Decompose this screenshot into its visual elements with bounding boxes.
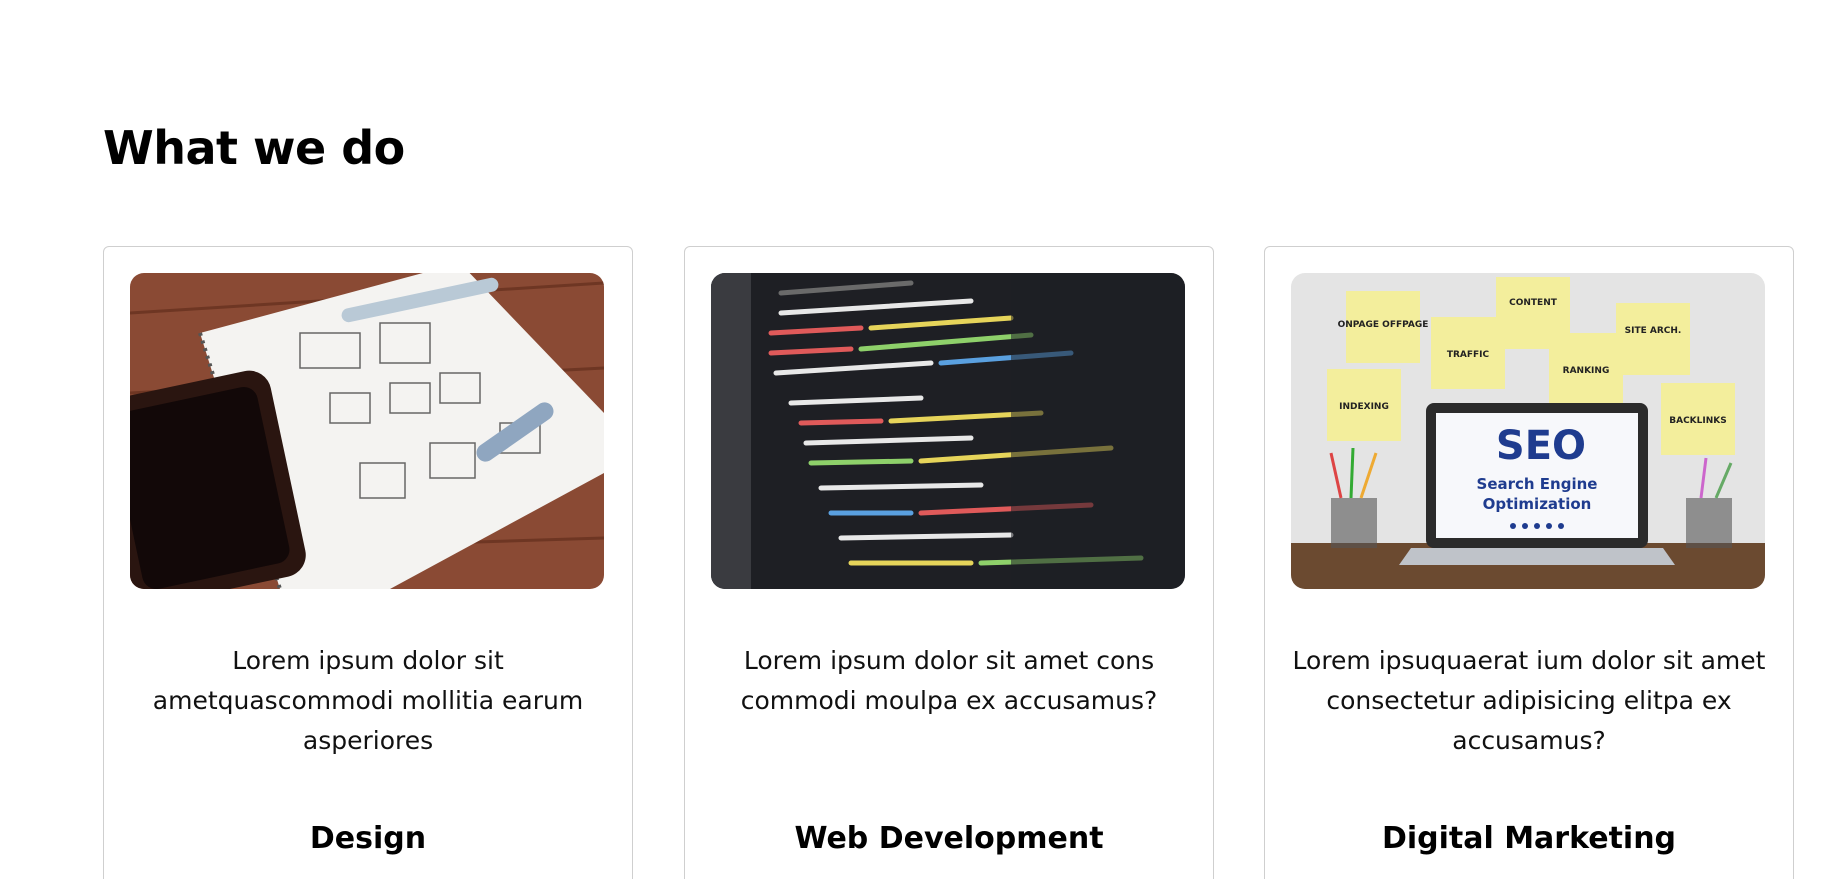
section-title: What we do <box>103 121 405 175</box>
card-title[interactable]: Web Development <box>685 819 1213 859</box>
card-title[interactable]: Digital Marketing <box>1265 819 1793 859</box>
note-onpage: ONPAGE OFFPAGE <box>1338 320 1429 330</box>
service-card-design[interactable]: Lorem ipsum dolor sit ametquascommodi mo… <box>103 246 633 879</box>
seo-line2: Optimization <box>1483 495 1592 513</box>
seo-heading: SEO <box>1496 423 1586 469</box>
card-title[interactable]: Design <box>104 819 632 859</box>
note-ranking: RANKING <box>1563 366 1610 376</box>
digital-marketing-image: ONPAGE OFFPAGE TRAFFIC CONTENT RANKING S… <box>1291 273 1765 589</box>
note-traffic: TRAFFIC <box>1447 350 1490 360</box>
card-description: Lorem ipsum dolor sit amet cons commodi … <box>740 646 1158 715</box>
note-indexing: INDEXING <box>1339 402 1389 412</box>
service-card-web-development[interactable]: Lorem ipsum dolor sit amet cons commodi … <box>684 246 1214 879</box>
note-backlinks: BACKLINKS <box>1669 416 1726 426</box>
note-architecture: SITE ARCH. <box>1625 326 1682 336</box>
web-development-image <box>711 273 1185 589</box>
card-description: Lorem ipsuquaerat ium dolor sit amet con… <box>1292 646 1766 755</box>
card-description: Lorem ipsum dolor sit ametquascommodi mo… <box>152 646 584 755</box>
seo-line1: Search Engine <box>1477 475 1598 493</box>
service-card-digital-marketing[interactable]: ONPAGE OFFPAGE TRAFFIC CONTENT RANKING S… <box>1264 246 1794 879</box>
design-image <box>130 273 604 589</box>
note-content: CONTENT <box>1509 298 1558 308</box>
